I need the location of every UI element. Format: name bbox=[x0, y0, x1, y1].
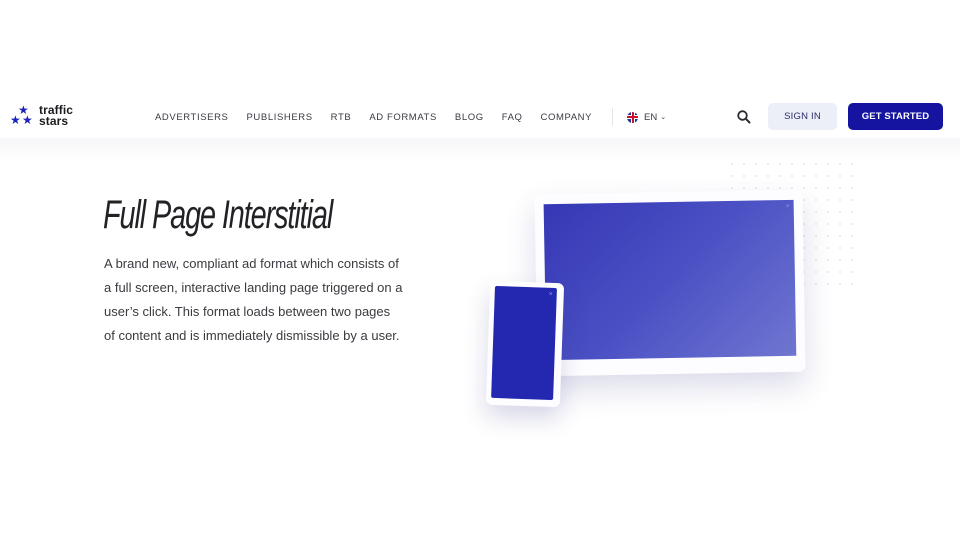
site-header: ★ ★ ★ traffic stars ADVERTISERS PUBLISHE… bbox=[0, 96, 960, 138]
logo-text: traffic stars bbox=[39, 104, 73, 128]
tablet-mockup: × bbox=[534, 189, 806, 377]
logo-text-line2: stars bbox=[39, 114, 69, 128]
language-selector[interactable]: EN ⌄ bbox=[627, 111, 667, 123]
nav-item-rtb[interactable]: RTB bbox=[331, 112, 352, 123]
chevron-down-icon: ⌄ bbox=[660, 114, 667, 121]
nav-divider bbox=[612, 108, 614, 126]
hero-description: A brand new, compliant ad format which c… bbox=[104, 256, 403, 343]
nav-item-ad-formats[interactable]: AD FORMATS bbox=[369, 112, 437, 123]
main-nav: ADVERTISERS PUBLISHERS RTB AD FORMATS BL… bbox=[155, 96, 666, 138]
phone-mockup: × bbox=[485, 280, 565, 408]
close-icon: × bbox=[785, 202, 790, 210]
close-icon: × bbox=[548, 290, 553, 298]
search-icon[interactable] bbox=[736, 109, 752, 125]
logo[interactable]: ★ ★ ★ traffic stars bbox=[10, 104, 73, 128]
tablet-screen: × bbox=[543, 199, 797, 361]
nav-item-faq[interactable]: FAQ bbox=[502, 112, 523, 123]
nav-item-advertisers[interactable]: ADVERTISERS bbox=[155, 112, 228, 123]
uk-flag-icon bbox=[627, 111, 639, 123]
devices-illustration: × × bbox=[470, 150, 870, 440]
phone-screen: × bbox=[491, 285, 557, 401]
get-started-button[interactable]: GET STARTED bbox=[848, 103, 943, 130]
sign-in-button[interactable]: SIGN IN bbox=[768, 103, 837, 130]
nav-item-blog[interactable]: BLOG bbox=[455, 112, 484, 123]
nav-item-company[interactable]: COMPANY bbox=[541, 112, 593, 123]
three-stars-icon: ★ ★ ★ bbox=[10, 103, 33, 127]
nav-item-publishers[interactable]: PUBLISHERS bbox=[246, 112, 312, 123]
language-label: EN bbox=[644, 111, 658, 123]
page-title: Full Page Interstitial bbox=[103, 193, 333, 237]
